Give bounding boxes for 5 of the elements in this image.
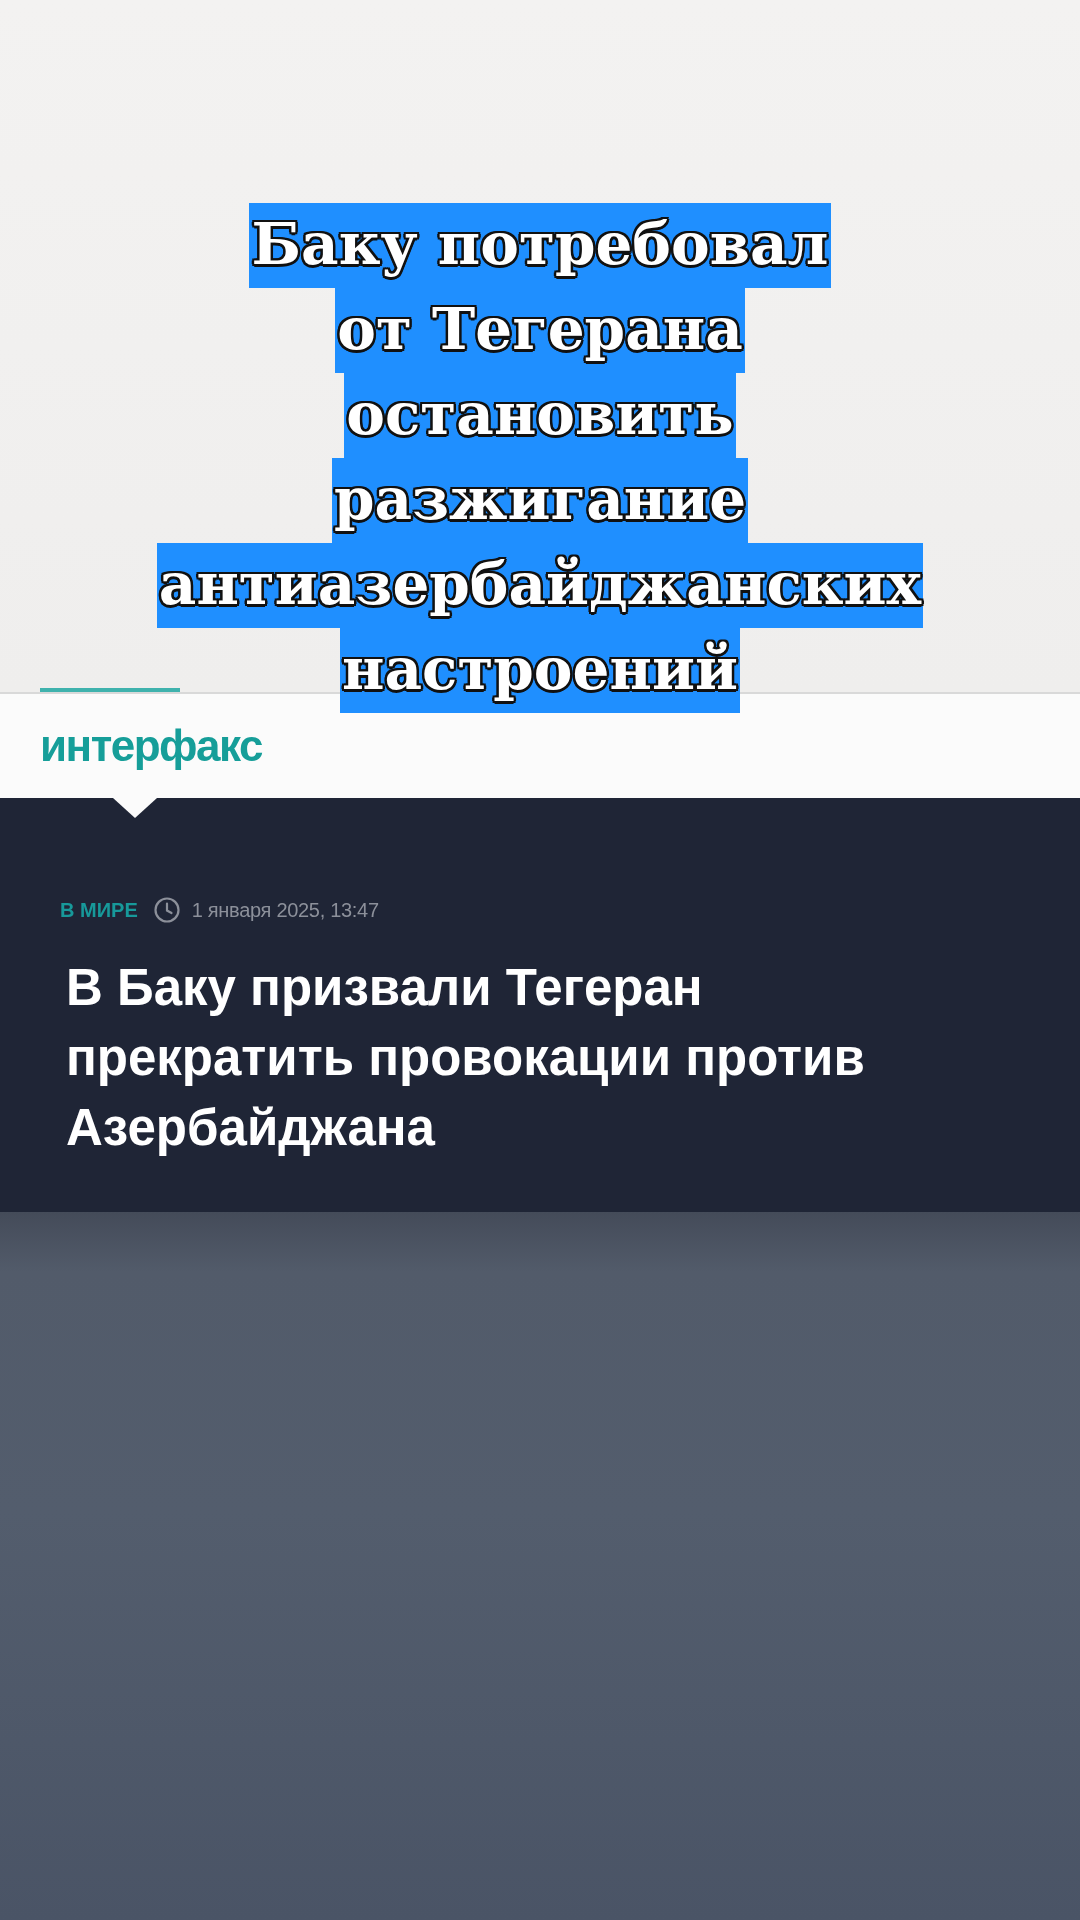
clock-icon (153, 897, 180, 923)
category-link[interactable]: В МИРЕ (60, 898, 138, 922)
site-logo[interactable]: интерфакс (40, 724, 262, 768)
article-headline: В Баку призвали Тегеран прекратить провокации против Азербайджана (66, 958, 866, 1158)
publish-date: 1 января 2025, 13:47 (191, 898, 379, 922)
